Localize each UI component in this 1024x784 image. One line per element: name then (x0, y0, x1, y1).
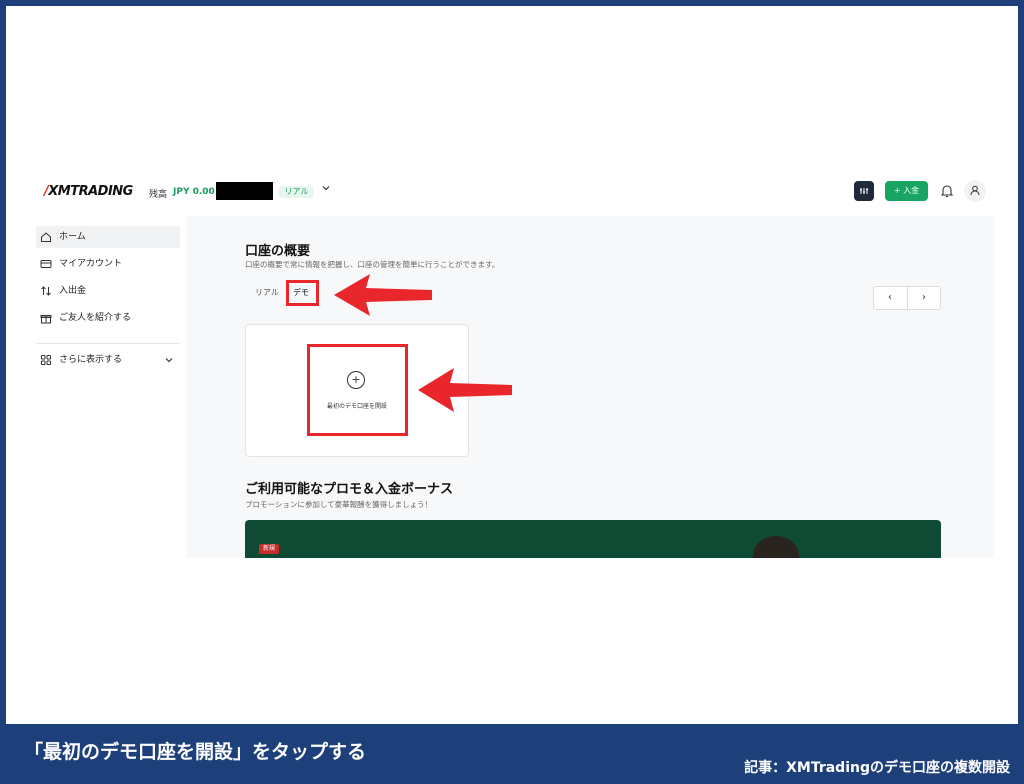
prev-button[interactable]: ‹ (882, 291, 898, 305)
open-demo-highlight (307, 344, 408, 436)
user-icon (970, 185, 980, 196)
sidebar-item-refer-friend[interactable]: ご友人を紹介する (36, 307, 180, 329)
transfer-icon (41, 286, 51, 296)
arrow-to-open-demo (418, 368, 512, 412)
page-title: 口座の概要 (245, 244, 311, 259)
account-pager: ‹ › (873, 286, 941, 310)
sidebar-item-deposit-withdraw[interactable]: 入出金 (36, 280, 180, 302)
article-credit: 記事：XMTradingのデモ口座の複数開設 (744, 760, 1010, 776)
page-subtitle: 口座の概要で常に情報を把握し、口座の管理を簡単に行うことができます。 (245, 260, 500, 269)
bell-icon[interactable] (938, 181, 956, 201)
promo-tag: 新規 (259, 544, 279, 554)
pager-divider (907, 287, 908, 309)
redacted-account-number (216, 182, 273, 200)
tools-icon (860, 188, 868, 194)
trading-tools-button[interactable] (854, 181, 874, 201)
account-type-badge: リアル (279, 186, 314, 198)
sidebar-divider (36, 343, 180, 344)
tab-real[interactable]: リアル (255, 287, 279, 298)
promo-title: ご利用可能なプロモ＆入金ボーナス (245, 482, 454, 497)
chevron-down-icon[interactable] (320, 183, 332, 197)
xm-dashboard-screenshot: /XMTRADING 残高 JPY 0.00 リアル + 入金 ホーム マイアカ… (36, 168, 994, 558)
demo-tab-highlight (286, 280, 319, 306)
user-account-button[interactable] (964, 180, 986, 202)
promo-banner[interactable]: 新規 (245, 520, 941, 558)
promo-person-image (753, 536, 799, 558)
main-content: 口座の概要 口座の概要で常に情報を把握し、口座の管理を簡単に行うことができます。… (187, 216, 994, 558)
balance-value: JPY 0.00 (173, 187, 215, 197)
article-frame: /XMTRADING 残高 JPY 0.00 リアル + 入金 ホーム マイアカ… (0, 0, 1024, 784)
card-icon (40, 260, 52, 268)
deposit-button[interactable]: + 入金 (885, 181, 928, 201)
sidebar-item-my-account[interactable]: マイアカウント (36, 253, 180, 275)
top-bar: /XMTRADING 残高 JPY 0.00 リアル + 入金 (36, 168, 994, 216)
home-icon (41, 232, 51, 242)
next-button[interactable]: › (916, 291, 932, 305)
xm-logo[interactable]: /XMTRADING (44, 184, 133, 199)
promo-subtitle: プロモーションに参加して豪華報酬を獲得しましょう！ (245, 500, 433, 509)
sidebar: ホーム マイアカウント 入出金 ご友人を紹介する さらに表示する (36, 216, 186, 558)
gift-icon (40, 315, 52, 324)
arrow-to-demo-tab (334, 274, 432, 316)
grid-icon (41, 355, 51, 365)
sidebar-item-home[interactable]: ホーム (36, 226, 180, 248)
balance-label: 残高 (149, 190, 168, 200)
caption-text: 「最初のデモ口座を開設」をタップする (24, 741, 367, 763)
sidebar-item-show-more[interactable]: さらに表示する (36, 349, 180, 371)
chevron-down-icon (165, 358, 173, 363)
